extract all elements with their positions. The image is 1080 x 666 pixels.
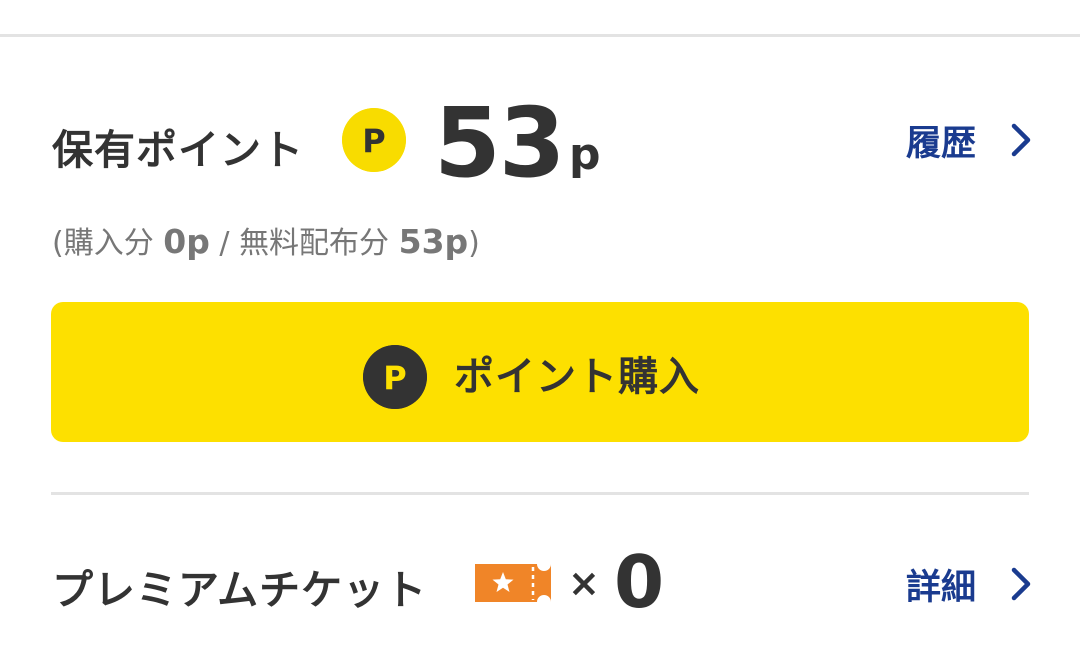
ticket-count: 0 [614, 540, 665, 624]
points-coin-letter: P [362, 122, 385, 160]
ticket-detail-link[interactable]: 詳細 [906, 559, 1036, 609]
premium-ticket-icon [475, 564, 551, 602]
chevron-right-icon [1011, 123, 1031, 157]
breakdown-close-paren: ) [468, 226, 480, 261]
history-label: 履歴 [906, 123, 977, 164]
purchased-value: 0p [163, 222, 210, 261]
p-coin-icon: P [363, 345, 427, 409]
ticket-times-sign: × [568, 561, 600, 605]
chevron-right-icon [1011, 567, 1031, 601]
breakdown-open-paren: ( [52, 226, 64, 261]
purchased-label: 購入分 [63, 226, 154, 261]
points-label: 保有ポイント [52, 126, 304, 174]
detail-label: 詳細 [906, 567, 977, 608]
history-link[interactable]: 履歴 [906, 115, 1036, 165]
free-label: 無料配布分 [239, 226, 390, 261]
buy-points-label: ポイント購入 [454, 354, 700, 400]
free-value: 53p [398, 222, 469, 261]
points-unit: p [569, 129, 601, 180]
buy-coin-letter: P [383, 359, 406, 397]
section-divider [51, 492, 1029, 495]
breakdown-separator: / [219, 226, 230, 261]
premium-ticket-label: プレミアムチケット [52, 566, 428, 614]
points-breakdown: (購入分 0p / 無料配布分 53p) [52, 222, 480, 264]
top-divider [0, 34, 1080, 37]
buy-points-button[interactable]: P ポイント購入 [51, 302, 1029, 442]
points-value: 53 [434, 87, 566, 199]
p-coin-icon: P [342, 108, 406, 172]
